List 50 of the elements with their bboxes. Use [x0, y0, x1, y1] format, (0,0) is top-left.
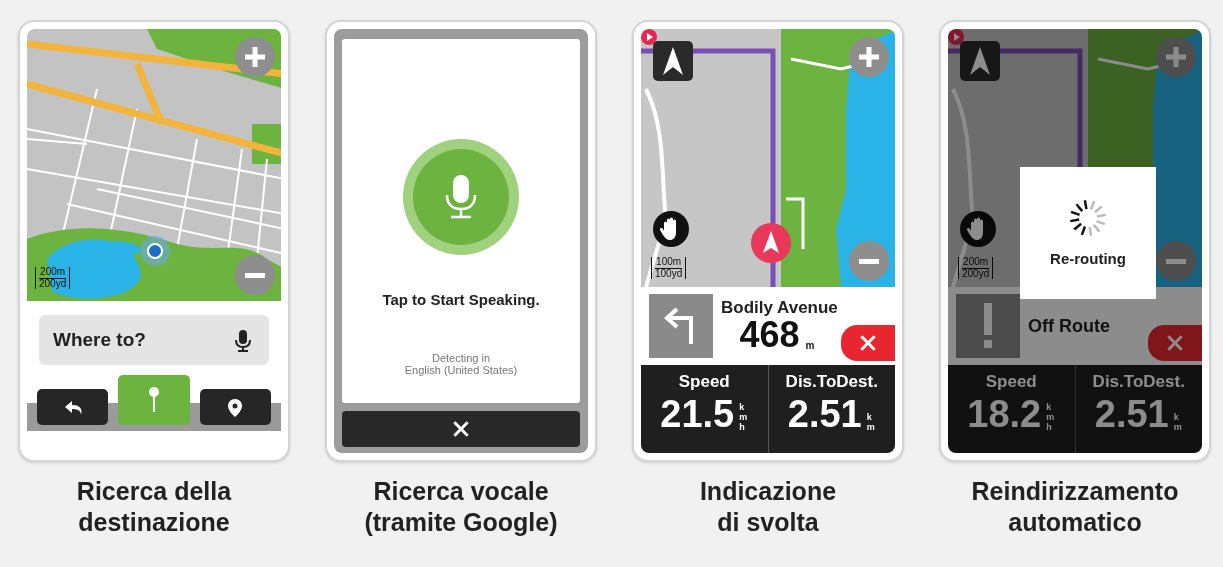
hand-icon[interactable] — [960, 211, 996, 247]
route-start-icon — [641, 29, 657, 45]
minus-icon — [857, 258, 881, 264]
close-icon — [451, 419, 471, 439]
field-label: Speed — [678, 371, 730, 393]
close-icon — [858, 333, 878, 353]
field-label: Speed — [985, 371, 1037, 393]
caption: Ricerca della destinazione — [76, 476, 232, 539]
plus-icon — [243, 45, 267, 69]
route-start-icon — [948, 29, 964, 45]
field-value: 18.2 — [967, 394, 1042, 435]
scale-imperial-label: 100yd — [655, 268, 683, 279]
field-value: 21.5 — [660, 394, 735, 435]
field-unit: kmh — [1046, 402, 1056, 434]
minus-icon — [1164, 258, 1188, 264]
field-label: Dis.ToDest. — [1092, 371, 1185, 393]
field-label: Dis.ToDest. — [785, 371, 878, 393]
off-route-message: Off Route — [1028, 314, 1111, 338]
dialog-text: Re-routing — [1050, 248, 1126, 269]
scale-imperial-label: 200yd — [962, 268, 990, 279]
caption: Ricerca vocale (tramite Google) — [364, 476, 558, 539]
street-name: Bodily Avenue — [721, 298, 839, 318]
search-field[interactable]: Where to? — [39, 315, 269, 365]
turn-distance: 468 — [739, 317, 800, 354]
field-value: 2.51 — [787, 394, 862, 435]
cancel-route-button[interactable] — [1148, 325, 1202, 361]
distance-unit: m — [805, 339, 815, 354]
microphone-button-icon[interactable] — [403, 139, 519, 255]
exclamation-icon — [982, 303, 994, 349]
voice-prompt: Tap to Start Speaking. — [382, 290, 540, 310]
field-unit: km — [866, 412, 876, 434]
caption: Reindirizzamento automatico — [971, 476, 1179, 539]
scale-metric-label: 200m — [962, 257, 990, 269]
hand-icon[interactable] — [653, 211, 689, 247]
cancel-route-button[interactable] — [841, 325, 895, 361]
detecting-language-text: Detecting in English (United States) — [404, 351, 518, 377]
plus-icon — [1164, 45, 1188, 69]
tab-button[interactable] — [199, 389, 271, 425]
field-value: 2.51 — [1094, 394, 1169, 435]
minus-icon — [243, 272, 267, 278]
plus-icon — [857, 45, 881, 69]
scale-metric-label: 100m — [655, 257, 683, 269]
compass-button[interactable] — [653, 41, 693, 81]
field-unit: kmh — [739, 402, 749, 434]
north-arrow-icon — [663, 47, 683, 75]
caption: Indicazione di svolta — [699, 476, 837, 539]
tab-button[interactable] — [37, 389, 109, 425]
field-unit: km — [1173, 412, 1183, 434]
north-arrow-icon — [970, 47, 990, 75]
close-icon — [1165, 333, 1185, 353]
